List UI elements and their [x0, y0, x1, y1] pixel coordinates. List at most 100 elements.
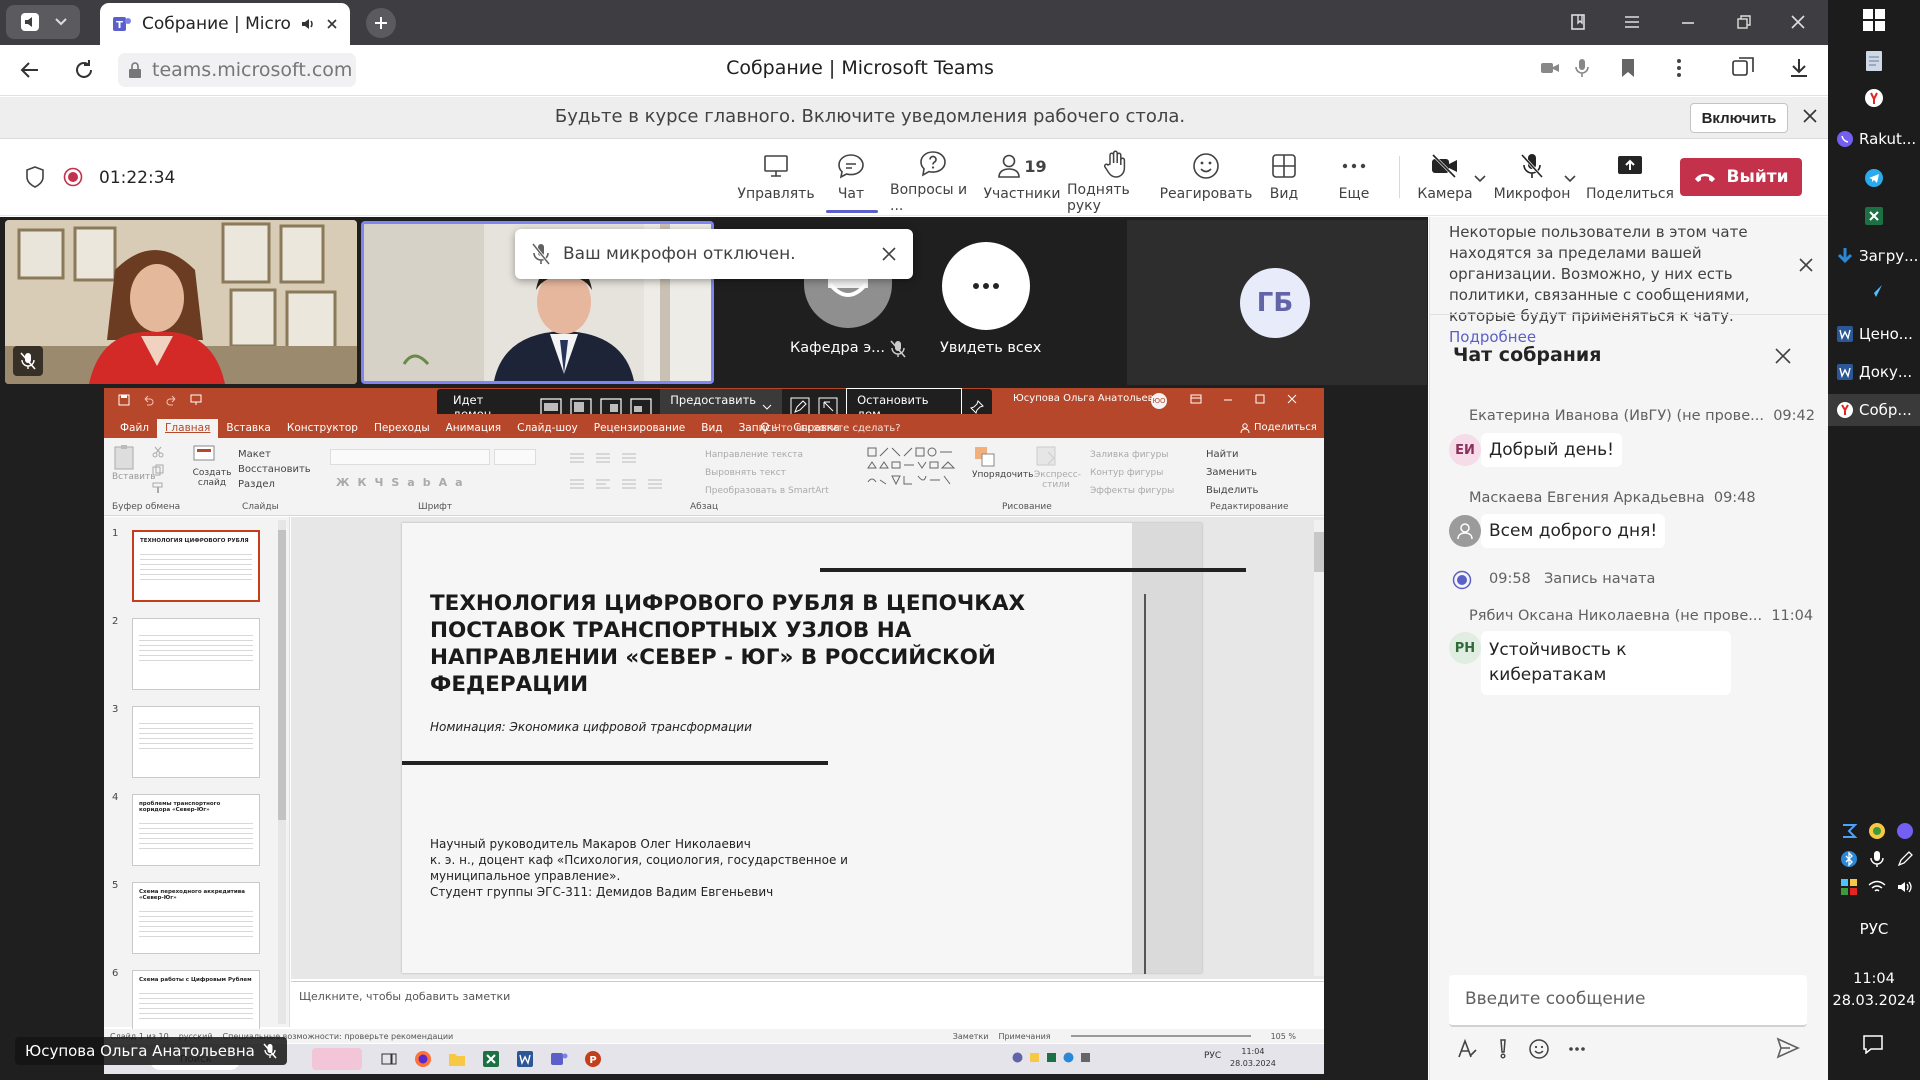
close-chat-button[interactable]: [1774, 347, 1792, 365]
slide-thumbnail[interactable]: Схема переходного аккредитива «Север-Юг»: [132, 882, 260, 954]
tray-app-icon[interactable]: [1029, 1052, 1040, 1063]
share-button[interactable]: Поделиться: [1582, 150, 1678, 212]
document-icon[interactable]: [1864, 50, 1884, 72]
apps-grid-icon[interactable]: [1840, 878, 1862, 896]
font-name-field[interactable]: [330, 449, 490, 465]
pin-icon[interactable]: [970, 400, 984, 414]
shape-effects-button[interactable]: Эффекты фигуры: [1090, 482, 1174, 500]
font-format-buttons[interactable]: ЖКЧSabAa: [336, 476, 471, 489]
viber-icon[interactable]: [1896, 822, 1918, 840]
participants-button[interactable]: 19 Участники: [979, 150, 1065, 212]
ppt-tab[interactable]: Файл: [112, 419, 157, 438]
priority-icon[interactable]: [1496, 1038, 1510, 1060]
raise-hand-button[interactable]: Поднять руку: [1067, 150, 1163, 214]
back-button[interactable]: [18, 58, 42, 82]
slide-thumbnail[interactable]: проблемы транспортного коридора «Север-Ю…: [132, 794, 260, 866]
camera-options-chevron-icon[interactable]: [1473, 174, 1487, 184]
ppt-tab[interactable]: Вид: [693, 419, 730, 438]
new-slide-button[interactable]: Создать слайд: [192, 444, 232, 488]
replace-button[interactable]: Заменить: [1206, 464, 1258, 482]
qa-button[interactable]: Вопросы и ...: [890, 150, 976, 214]
word-icon[interactable]: [516, 1050, 534, 1068]
extensions-icon[interactable]: [1731, 57, 1755, 79]
message-input[interactable]: Введите сообщение: [1449, 975, 1807, 1027]
layout-button[interactable]: Макет: [238, 447, 311, 462]
avatar[interactable]: ЕИ: [1449, 434, 1481, 466]
keyboard-language[interactable]: РУС: [1828, 920, 1920, 938]
enable-notifications-button[interactable]: Включить: [1690, 103, 1788, 133]
minimize-icon[interactable]: [1222, 393, 1234, 405]
redo-icon[interactable]: [166, 394, 178, 406]
shape-outline-button[interactable]: Контур фигуры: [1090, 464, 1174, 482]
tray-app-icon[interactable]: [1868, 822, 1890, 840]
ppt-tab[interactable]: Вставка: [218, 419, 279, 438]
emoji-icon[interactable]: [1528, 1038, 1550, 1060]
sidebar-toggle-button[interactable]: [6, 5, 80, 39]
more-options-icon[interactable]: [1568, 1038, 1586, 1060]
taskbar-app-rakuten[interactable]: Rakut...: [1828, 123, 1920, 155]
avatar[interactable]: РН: [1449, 632, 1481, 664]
chat-message[interactable]: Всем доброго дня!: [1481, 514, 1666, 548]
smartart-button[interactable]: Преобразовать в SmartArt: [705, 482, 829, 500]
cut-icon[interactable]: [152, 446, 164, 458]
undo-icon[interactable]: [142, 394, 154, 406]
save-icon[interactable]: [118, 394, 130, 406]
shapes-gallery[interactable]: [866, 446, 960, 492]
slide-thumbnail[interactable]: ТЕХНОЛОГИЯ ЦИФРОВОГО РУБЛЯ: [132, 530, 260, 602]
minimize-button[interactable]: [1674, 10, 1702, 34]
excel-icon[interactable]: [482, 1050, 500, 1068]
new-tab-button[interactable]: [366, 8, 396, 38]
more-vertical-icon[interactable]: [1676, 58, 1682, 78]
telegram-icon[interactable]: [1864, 168, 1884, 188]
bluetooth-icon[interactable]: [1840, 850, 1862, 868]
section-button[interactable]: Раздел: [238, 477, 311, 492]
tab-audio-icon[interactable]: [300, 16, 316, 32]
volume-icon[interactable]: [1896, 878, 1918, 896]
slide-thumbnail[interactable]: Схема работы с Цифровым Рублем: [132, 970, 260, 1030]
yandex-browser-icon[interactable]: [1864, 88, 1884, 108]
present-from-start-icon[interactable]: [190, 394, 202, 406]
chat-message[interactable]: Добрый день!: [1481, 433, 1622, 467]
comments-toggle[interactable]: Примечания: [998, 1032, 1050, 1041]
ppt-tab[interactable]: Слайд-шоу: [509, 419, 586, 438]
close-window-button[interactable]: [1784, 10, 1812, 34]
taskbar-app-word-price[interactable]: Ценo...: [1828, 318, 1920, 350]
react-button[interactable]: Реагировать: [1160, 150, 1252, 212]
select-button[interactable]: Выделить: [1206, 482, 1258, 500]
ppt-tab[interactable]: Конструктор: [279, 419, 366, 438]
ribbon-display-icon[interactable]: [1190, 393, 1202, 405]
copy-icon[interactable]: [152, 464, 164, 476]
send-button[interactable]: [1776, 1036, 1800, 1060]
task-view-icon[interactable]: [380, 1050, 398, 1068]
notifications-icon[interactable]: [1862, 1034, 1884, 1054]
close-toast-button[interactable]: [881, 246, 897, 262]
thumbnails-scrollbar[interactable]: [278, 520, 286, 1024]
ppt-share-button[interactable]: Поделиться: [1240, 422, 1317, 433]
mic-tray-icon[interactable]: [1868, 850, 1890, 868]
teams-icon[interactable]: [550, 1050, 568, 1068]
format-icon[interactable]: [1456, 1038, 1478, 1060]
slide-thumbnail[interactable]: [132, 706, 260, 778]
align-text-button[interactable]: Выровнять текст: [705, 464, 829, 482]
zoom-slider[interactable]: [1070, 1035, 1251, 1037]
restore-button[interactable]: [1730, 10, 1758, 34]
taskbar-app-meeting[interactable]: Собр...: [1828, 394, 1920, 426]
editor-scrollbar[interactable]: [1314, 520, 1324, 976]
tray-app-icon[interactable]: [1840, 822, 1862, 840]
tab-close-icon[interactable]: [326, 18, 338, 30]
participant-video-tile[interactable]: [5, 220, 357, 384]
explorer-icon[interactable]: [448, 1050, 466, 1068]
bird-app-icon[interactable]: [1864, 283, 1884, 303]
more-button[interactable]: Еще: [1311, 150, 1397, 212]
ppt-tab[interactable]: Анимация: [438, 419, 510, 438]
chat-message[interactable]: Устойчивость к кибератакам: [1481, 631, 1731, 695]
excel-icon[interactable]: [1864, 206, 1884, 226]
arrange-button[interactable]: Упорядочить: [972, 444, 1033, 480]
chat-button[interactable]: Чат: [808, 150, 894, 213]
ppt-tab[interactable]: Главная: [157, 419, 219, 438]
download-icon[interactable]: [1788, 57, 1810, 79]
wifi-icon[interactable]: [1868, 878, 1890, 896]
reset-button[interactable]: Восстановить: [238, 462, 311, 477]
taskbar-app-word-doc[interactable]: Доку...: [1828, 356, 1920, 388]
firefox-icon[interactable]: [414, 1050, 432, 1068]
